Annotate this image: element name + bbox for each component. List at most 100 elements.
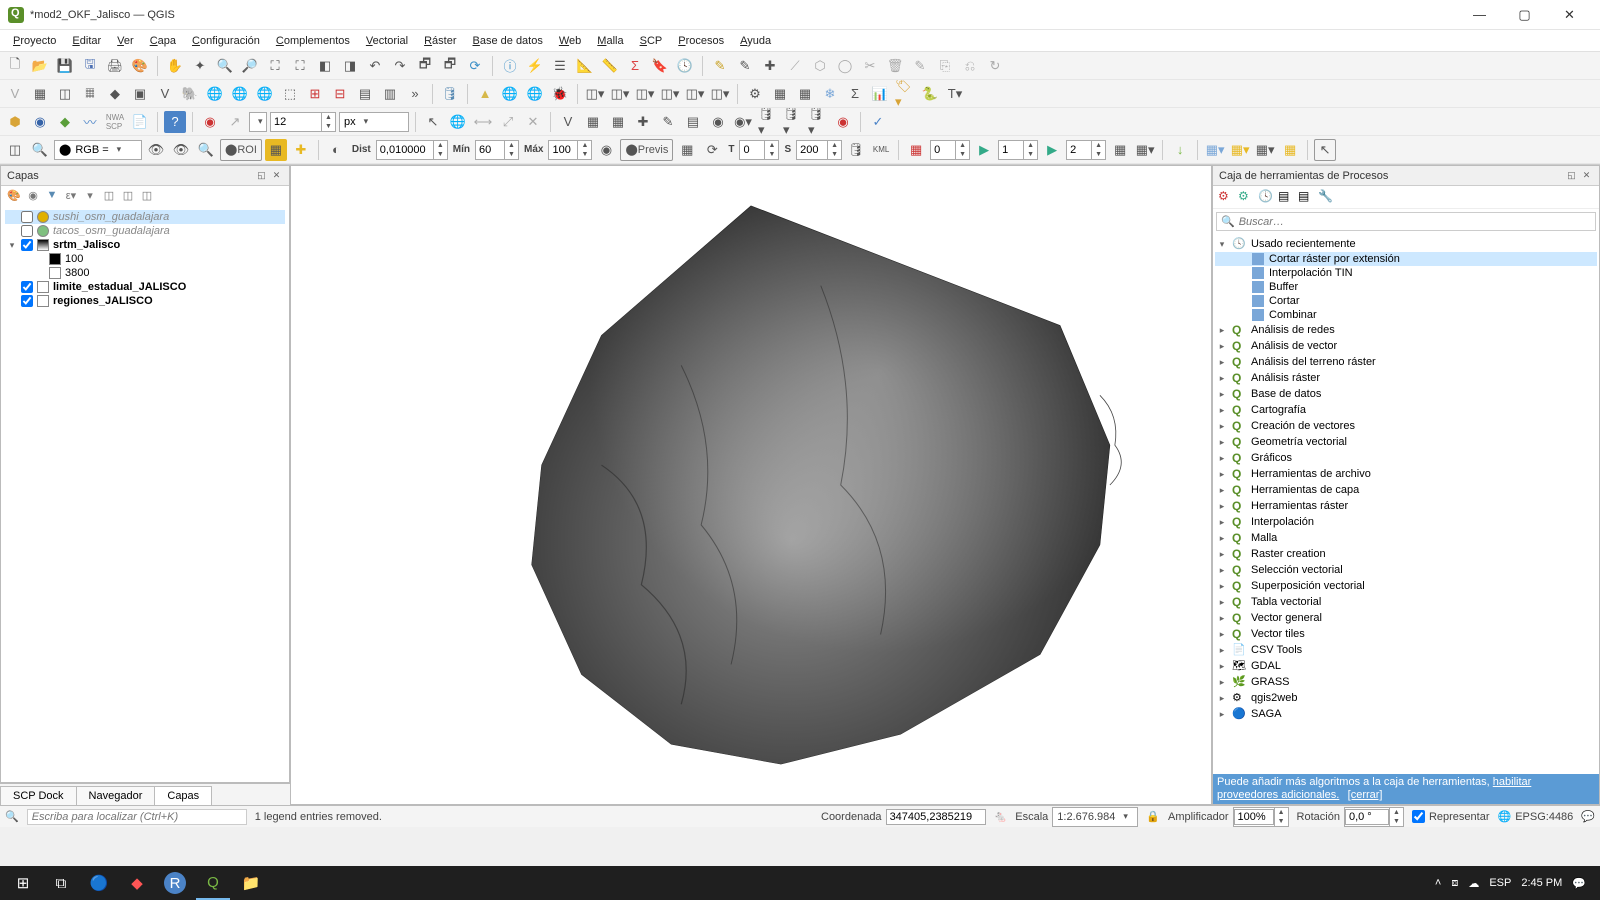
messages-icon[interactable]: 💬 [1581,810,1595,823]
zoom-full-icon[interactable]: ⛶ [289,55,311,77]
panel-close-icon[interactable]: ✕ [1580,169,1593,182]
scp-tool-icon[interactable]: 〰 [79,111,101,133]
add-tool-icon[interactable]: ▥ [379,83,401,105]
layer-tool-icon[interactable]: ▾ [82,189,98,205]
rot-spinner[interactable]: ▲▼ [1344,807,1404,827]
chart-icon[interactable]: 📊 [869,83,891,105]
scp-tool-icon[interactable]: ▦ [1279,139,1301,161]
scp-tool-icon[interactable]: 🛢▾ [757,111,779,133]
proc-item[interactable]: ▸QAnálisis de redes [1215,322,1597,338]
label-tool-icon[interactable]: ▲ [474,83,496,105]
select-tool-icon[interactable]: ◫▾ [709,83,731,105]
zoom-selection-icon[interactable]: ◧ [314,55,336,77]
menu-vectorial[interactable]: Vectorial [359,33,415,49]
chrome-icon[interactable]: 🔵 [82,866,116,900]
scp-tool-icon[interactable]: ◉ [707,111,729,133]
locator-input[interactable] [32,811,242,823]
new-3d-view-icon[interactable]: 🗗 [439,55,461,77]
zoom-out-icon[interactable]: 🔎 [239,55,261,77]
coord-input[interactable] [886,809,986,825]
proc-item[interactable]: ▸QHerramientas ráster [1215,498,1597,514]
maximize-button[interactable]: ▢ [1502,0,1547,30]
table-icon[interactable]: ▦ [794,83,816,105]
scp-dropdown[interactable] [249,112,267,132]
tab-scp-dock[interactable]: SCP Dock [0,786,77,805]
previs-button[interactable]: ⬤ Previs [620,139,673,161]
scp-tool-icon[interactable]: ▶ [973,139,995,161]
proc-item[interactable]: Cortar ráster por extensión [1215,252,1597,266]
map-canvas[interactable] [290,165,1212,805]
select-tool-icon[interactable]: ◫▾ [659,83,681,105]
lock-icon[interactable]: 🔒 [1146,810,1160,823]
edit-tool-icon[interactable]: ⎌ [959,55,981,77]
scp-tool-icon[interactable]: ✓ [867,111,889,133]
cloud-icon[interactable]: ☁ [1468,877,1479,890]
minimize-button[interactable]: — [1457,0,1502,30]
layer-row[interactable]: sushi_osm_guadalajara [5,210,285,224]
rstudio-icon[interactable]: R [164,872,186,894]
mag-spinner[interactable]: ▲▼ [1233,807,1289,827]
proc-item[interactable]: Interpolación TIN [1215,266,1597,280]
attribute-table-icon[interactable]: ☰ [549,55,571,77]
proc-item[interactable]: ▸QAnálisis del terreno ráster [1215,354,1597,370]
add-postgis-icon[interactable]: 🐘 [179,83,201,105]
proc-item[interactable]: ▸📄CSV Tools [1215,642,1597,658]
label-tool-icon[interactable]: 🐞 [549,83,571,105]
menu-capa[interactable]: Capa [143,33,183,49]
proc-item[interactable]: ▸QTabla vectorial [1215,594,1597,610]
scp-tool-icon[interactable]: ▶ [1041,139,1063,161]
scp-tool-icon[interactable]: 🔍 [195,139,217,161]
zoom-next-icon[interactable]: ↷ [389,55,411,77]
crs-field[interactable]: 🌐 EPSG:4486 [1498,810,1574,823]
layer-tool-icon[interactable]: ◫ [120,189,136,205]
menu-procesos[interactable]: Procesos [671,33,731,49]
zoom-native-icon[interactable]: ⛶ [264,55,286,77]
kml-icon[interactable]: KML [870,139,892,161]
min-spinner[interactable]: ▲▼ [475,140,519,160]
menu-complementos[interactable]: Complementos [269,33,357,49]
layer-row[interactable]: limite_estadual_JALISCO [5,280,285,294]
unit-combo[interactable]: px [339,112,409,132]
scp-help-icon[interactable]: ? [164,111,186,133]
val-spinner[interactable]: ▲▼ [1066,140,1106,160]
explorer-icon[interactable]: 📁 [234,866,268,900]
zoom-last-icon[interactable]: ↶ [364,55,386,77]
qgis-taskbar-icon[interactable]: Q [196,866,230,900]
proc-item[interactable]: ▸QInterpolación [1215,514,1597,530]
add-mesh-icon[interactable]: ◫ [54,83,76,105]
scp-tool-icon[interactable]: ↖ [1314,139,1336,161]
scp-tool-icon[interactable]: ⟷ [472,111,494,133]
scp-tool-icon[interactable]: 🌐 [447,111,469,133]
refresh-icon[interactable]: ⟳ [464,55,486,77]
scp-tool-icon[interactable]: 👁 [145,139,167,161]
proc-item[interactable]: ▸🔵SAGA [1215,706,1597,722]
panel-undock-icon[interactable]: ◱ [255,169,268,182]
label-tool-icon[interactable]: 🌐 [524,83,546,105]
scp-tool-icon[interactable]: 🛢▾ [807,111,829,133]
menu-editar[interactable]: Editar [65,33,108,49]
proc-item[interactable]: ▾🕓Usado recientemente [1215,236,1597,252]
processing-tree[interactable]: ▾🕓Usado recientementeCortar ráster por e… [1213,234,1599,774]
layer-row[interactable]: regiones_JALISCO [5,294,285,308]
scp-tool-icon[interactable]: ✎ [657,111,679,133]
proc-item[interactable]: ▸QCreación de vectores [1215,418,1597,434]
menu-base-de-datos[interactable]: Base de datos [466,33,550,49]
menu-ráster[interactable]: Ráster [417,33,463,49]
sigma-icon[interactable]: Σ [844,83,866,105]
temporal-icon[interactable]: 🕓 [674,55,696,77]
language-indicator[interactable]: ESP [1489,877,1511,889]
expression-icon[interactable]: ε▾ [63,189,79,205]
scp-tool-icon[interactable]: ▦ [676,139,698,161]
scp-tool-icon[interactable]: ✚ [290,139,312,161]
scp-tool-icon[interactable]: ⟳ [701,139,723,161]
add-wms-icon[interactable]: 🌐 [204,83,226,105]
scp-tool-icon[interactable]: ◫ [4,139,26,161]
proc-item[interactable]: Cortar [1215,294,1597,308]
layer-tool-icon[interactable]: ◉ [25,189,41,205]
python-icon[interactable]: 🐍 [919,83,941,105]
locator-box[interactable] [27,809,247,825]
add-wcs-icon[interactable]: 🌐 [229,83,251,105]
edit-tool-icon[interactable]: ⬡ [809,55,831,77]
scp-tool-icon[interactable]: ↖ [422,111,444,133]
menu-ver[interactable]: Ver [110,33,141,49]
